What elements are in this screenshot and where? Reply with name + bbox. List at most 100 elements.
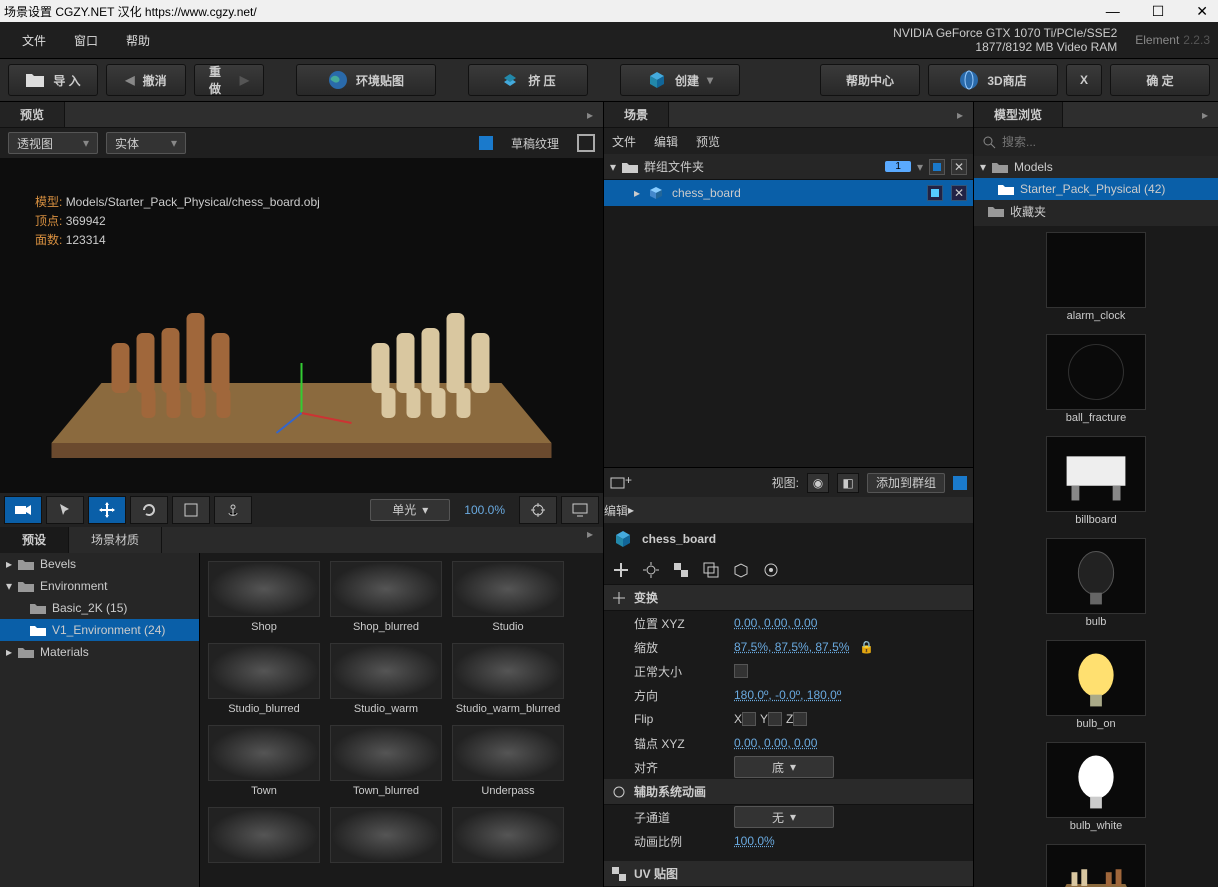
box-icon[interactable]	[732, 561, 750, 579]
prop-ratio[interactable]: 动画比例100.0%	[604, 829, 973, 853]
move-icon[interactable]	[612, 561, 630, 579]
display-button[interactable]	[561, 496, 599, 524]
shading-dropdown[interactable]: 实体▾	[106, 132, 186, 154]
aux-section[interactable]: 辅助系统动画	[604, 779, 973, 805]
panel-arrow-icon[interactable]: ▸	[947, 108, 973, 122]
ok-button[interactable]: 确 定	[1110, 64, 1210, 96]
channel-dropdown[interactable]: 无 ▾	[734, 806, 834, 828]
target-button[interactable]	[519, 496, 557, 524]
shop-button[interactable]: 3D商店	[928, 64, 1058, 96]
prop-scale[interactable]: 缩放87.5%, 87.5%, 87.5%🔒	[604, 635, 973, 659]
anchor-button[interactable]	[214, 496, 252, 524]
extrude-button[interactable]: 挤 压	[468, 64, 588, 96]
view-dropdown[interactable]: 透视图▾	[8, 132, 98, 154]
search-input[interactable]	[1002, 135, 1210, 149]
model-thumb[interactable]: bulb_on	[1046, 640, 1146, 730]
delete-button[interactable]: ✕	[951, 185, 967, 201]
delete-button[interactable]: ✕	[951, 159, 967, 175]
light-dropdown[interactable]: 单光 ▾	[370, 499, 450, 521]
checkbox-x[interactable]	[742, 712, 756, 726]
toggle-square[interactable]	[953, 476, 967, 490]
checkbox[interactable]	[734, 664, 748, 678]
prop-position[interactable]: 位置 XYZ0.00, 0.00, 0.00	[604, 611, 973, 635]
visibility-toggle[interactable]	[929, 159, 945, 175]
prop-direction[interactable]: 方向180.0º, -0.0º, 180.0º	[604, 683, 973, 707]
model-thumb[interactable]: bulb_white	[1046, 742, 1146, 832]
x-button[interactable]: X	[1066, 64, 1102, 96]
zoom-value[interactable]: 100.0%	[464, 503, 505, 517]
3d-viewport[interactable]: 模型: Models/Starter_Pack_Physical/chess_b…	[0, 158, 603, 493]
lock-icon[interactable]: 🔒	[859, 640, 874, 654]
gear-icon[interactable]	[642, 561, 660, 579]
scene-file[interactable]: 文件	[612, 133, 636, 150]
tree-v1-environment[interactable]: V1_Environment (24)	[0, 619, 199, 641]
tree-bevels[interactable]: ▸Bevels	[0, 553, 199, 575]
preset-thumb[interactable]: Town	[208, 725, 320, 797]
fullscreen-icon[interactable]	[577, 134, 595, 152]
helpcenter-button[interactable]: 帮助中心	[820, 64, 920, 96]
scene-materials-tab[interactable]: 场景材质	[69, 527, 162, 553]
preset-thumb[interactable]: Underpass	[452, 725, 564, 797]
checkbox-y[interactable]	[768, 712, 782, 726]
prop-normal-size[interactable]: 正常大小	[604, 659, 973, 683]
panel-arrow-icon[interactable]: ▸	[577, 527, 603, 553]
prop-flip[interactable]: FlipXYZ	[604, 707, 973, 731]
select-button[interactable]	[46, 496, 84, 524]
preset-thumb[interactable]: Shop_blurred	[330, 561, 442, 633]
cube-button[interactable]: ◧	[837, 473, 859, 493]
browser-tab[interactable]: 模型浏览	[974, 102, 1063, 127]
uv-section[interactable]: UV 贴图	[604, 861, 973, 887]
sphere-button[interactable]: ◉	[807, 473, 829, 493]
edit-tab[interactable]: 编辑	[604, 502, 628, 519]
preset-thumb[interactable]: Studio	[452, 561, 564, 633]
checker-icon[interactable]	[672, 561, 690, 579]
panel-arrow-icon[interactable]: ▸	[1192, 108, 1218, 122]
scene-preview[interactable]: 预览	[696, 133, 720, 150]
preset-thumb[interactable]: Studio_blurred	[208, 643, 320, 715]
redo-button[interactable]: 重做▶	[194, 64, 264, 96]
env-map-button[interactable]: 环境贴图	[296, 64, 436, 96]
undo-button[interactable]: ◀撤消	[106, 64, 186, 96]
scale-button[interactable]	[172, 496, 210, 524]
add-to-group-button[interactable]: 添加到群组	[867, 473, 945, 493]
draft-indicator[interactable]	[479, 136, 493, 150]
import-button[interactable]: 导 入	[8, 64, 98, 96]
close-button[interactable]: ✕	[1190, 3, 1214, 20]
prop-channel[interactable]: 子通道无 ▾	[604, 805, 973, 829]
tree-environment[interactable]: ▾Environment	[0, 575, 199, 597]
tree-basic2k[interactable]: Basic_2K (15)	[0, 597, 199, 619]
maximize-button[interactable]: ☐	[1146, 3, 1171, 20]
tree-favorites[interactable]: 收藏夹	[974, 200, 1218, 222]
tree-starter-pack[interactable]: Starter_Pack_Physical (42)	[974, 178, 1218, 200]
preset-thumb[interactable]: Studio_warm_blurred	[452, 643, 564, 715]
model-thumb[interactable]: alarm_clock	[1046, 232, 1146, 322]
preset-thumb[interactable]: Town_blurred	[330, 725, 442, 797]
menu-window[interactable]: 窗口	[60, 28, 112, 53]
visibility-toggle[interactable]	[927, 185, 943, 201]
transform-section[interactable]: 变换	[604, 585, 973, 611]
group-folder-row[interactable]: ▾ 群组文件夹 1▾ ✕	[604, 154, 973, 180]
menu-help[interactable]: 帮助	[112, 28, 164, 53]
settings-icon[interactable]	[762, 561, 780, 579]
object-chess-board[interactable]: ▸ chess_board ✕	[604, 180, 973, 206]
model-thumb[interactable]	[1046, 844, 1146, 887]
checkbox-z[interactable]	[793, 712, 807, 726]
model-thumb[interactable]: bulb	[1046, 538, 1146, 628]
camera-button[interactable]	[4, 496, 42, 524]
scene-tab[interactable]: 场景	[604, 102, 669, 127]
model-thumb[interactable]: ball_fracture	[1046, 334, 1146, 424]
scene-edit[interactable]: 编辑	[654, 133, 678, 150]
model-thumb[interactable]: billboard	[1046, 436, 1146, 526]
prop-anchor[interactable]: 锚点 XYZ0.00, 0.00, 0.00	[604, 731, 973, 755]
tree-materials[interactable]: ▸Materials	[0, 641, 199, 663]
presets-tab[interactable]: 预设	[0, 527, 69, 553]
minimize-button[interactable]: —	[1100, 3, 1126, 20]
preset-thumb[interactable]: Shop	[208, 561, 320, 633]
panel-arrow-icon[interactable]: ▸	[628, 503, 634, 517]
panel-arrow-icon[interactable]: ▸	[577, 108, 603, 122]
group-badge[interactable]: 1	[885, 161, 911, 172]
move-button[interactable]	[88, 496, 126, 524]
preview-tab[interactable]: 预览	[0, 102, 65, 127]
tree-models[interactable]: ▾Models	[974, 156, 1218, 178]
create-button[interactable]: 创建▾	[620, 64, 740, 96]
